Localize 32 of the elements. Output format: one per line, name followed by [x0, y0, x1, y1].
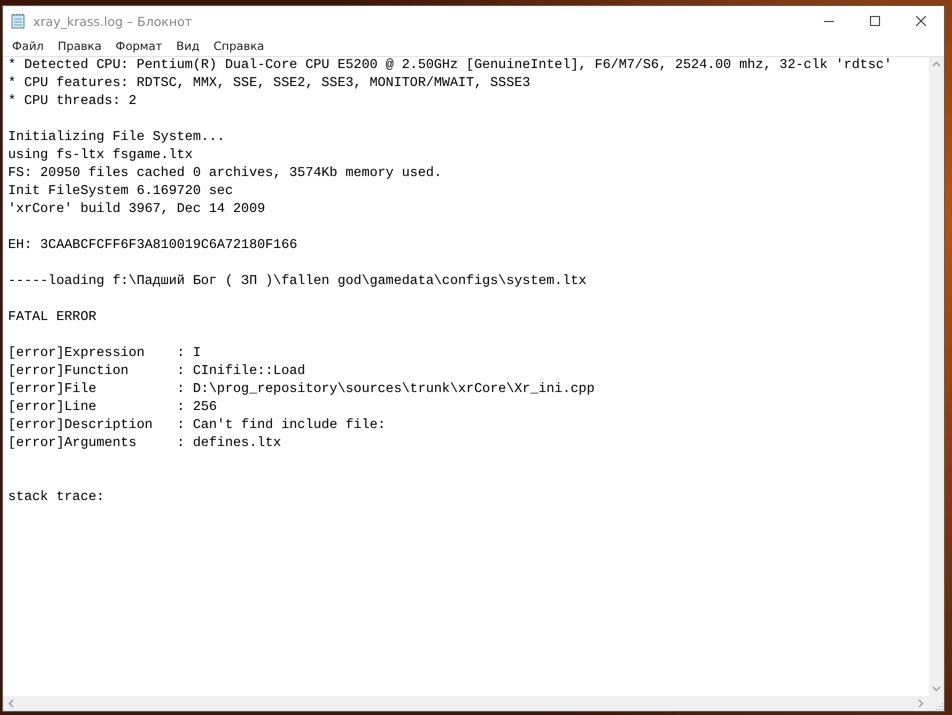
log-line: using fs-ltx fsgame.ltx	[8, 147, 194, 165]
menu-item[interactable]: Правка	[50, 39, 109, 53]
log-line: Initializing File System...	[8, 129, 226, 147]
menu-item[interactable]: Файл	[5, 39, 51, 53]
resize-grip-icon[interactable]	[934, 701, 944, 711]
log-line: [error]File : D:\prog_repository\sources\trunk\xrCore\Xr_ini.cpp	[8, 381, 596, 399]
window-title: xray_krass.log – Блокнот	[33, 14, 193, 28]
close-icon	[916, 16, 926, 26]
scroll-down-icon[interactable]	[932, 684, 941, 693]
log-line: * Detected CPU: Pentium(R) Dual-Core CPU E5200 @ 2.50GHz [GenuineIntel], F6/M7/S6, 2524.00 mhz, 32-clk 'rdtsc'	[8, 57, 893, 75]
log-line: [error]Arguments : defines.ltx	[8, 435, 282, 453]
menu-item[interactable]: Вид	[169, 39, 207, 53]
log-line: * CPU threads: 2	[8, 93, 138, 111]
scroll-left-icon[interactable]	[7, 699, 16, 708]
log-line: * CPU features: RDTSC, MMX, SSE, SSE2, SSE3, MONITOR/MWAIT, SSSE3	[8, 75, 532, 93]
log-line: FS: 20950 files cached 0 archives, 3574Kb memory used.	[8, 165, 443, 183]
log-line: -----loading f:\Падший Бог ( ЗП )\fallen god\gamedata\configs\system.ltx	[8, 273, 588, 291]
log-line: Init FileSystem 6.169720 sec	[8, 183, 234, 201]
maximize-icon	[870, 16, 880, 26]
log-line: stack trace:	[8, 489, 106, 507]
notepad-icon	[11, 13, 25, 29]
log-line: [error]Function : CInifile::Load	[8, 363, 306, 381]
log-line: FATAL ERROR	[8, 309, 98, 327]
log-line: [error]Line : 256	[8, 399, 218, 417]
log-line: [error]Description : Can't find include file:	[8, 417, 387, 435]
log-line: EH: 3CAABCFCFF6F3A810019C6A72180F166	[8, 237, 298, 255]
scroll-up-icon[interactable]	[932, 60, 941, 69]
scroll-right-icon[interactable]	[916, 699, 925, 708]
log-line: [error]Expression : I	[8, 345, 202, 363]
menu-item[interactable]: Формат	[108, 39, 170, 53]
menu-item[interactable]: Справка	[206, 39, 272, 53]
log-line: 'xrCore' build 3967, Dec 14 2009	[8, 201, 266, 219]
